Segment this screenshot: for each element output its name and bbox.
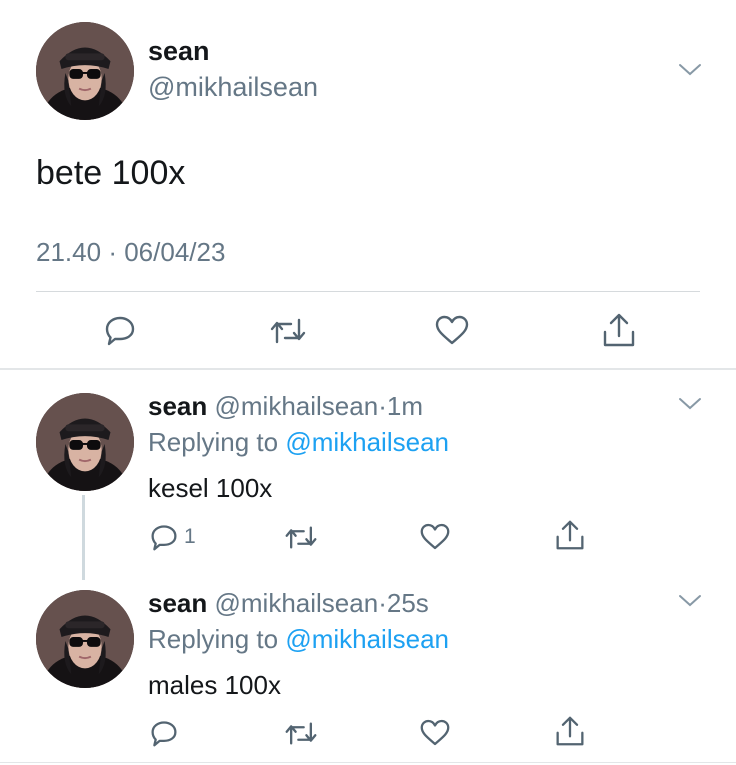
avatar[interactable] bbox=[36, 590, 134, 688]
avatar[interactable] bbox=[36, 22, 134, 120]
mention-link[interactable]: @mikhailsean bbox=[285, 427, 449, 457]
tweet-text: kesel 100x bbox=[148, 473, 273, 503]
time-ago: 1m bbox=[386, 391, 423, 421]
share-icon bbox=[603, 313, 635, 347]
like-button[interactable] bbox=[420, 719, 450, 746]
reply-header[interactable]: sean @mikhailsean·25s bbox=[148, 588, 429, 619]
reply-button[interactable]: 1 bbox=[150, 523, 196, 551]
replying-to: Replying to @mikhailsean bbox=[148, 427, 449, 458]
retweet-icon bbox=[285, 526, 317, 549]
like-button[interactable] bbox=[420, 523, 450, 550]
chevron-down-icon[interactable] bbox=[677, 593, 703, 611]
author-handle[interactable]: @mikhailsean bbox=[215, 391, 379, 421]
replying-prefix: Replying to bbox=[148, 427, 279, 457]
reply-button[interactable] bbox=[104, 314, 136, 346]
reply-icon bbox=[105, 316, 135, 346]
replying-to: Replying to @mikhailsean bbox=[148, 624, 449, 655]
share-icon bbox=[556, 716, 584, 746]
share-icon bbox=[556, 520, 584, 550]
retweet-icon bbox=[285, 722, 317, 745]
reply-count: 1 bbox=[184, 525, 196, 548]
chevron-down-icon[interactable] bbox=[677, 62, 703, 80]
like-icon bbox=[420, 523, 450, 550]
retweet-button[interactable] bbox=[284, 524, 318, 551]
retweet-button[interactable] bbox=[284, 720, 318, 747]
tweet-text: males 100x bbox=[148, 670, 281, 700]
author-name[interactable]: sean bbox=[148, 36, 210, 67]
like-icon bbox=[435, 315, 469, 345]
author-handle[interactable]: @mikhailsean bbox=[215, 588, 379, 618]
tweet-time: 21.40 bbox=[36, 237, 102, 267]
share-button[interactable] bbox=[555, 519, 585, 551]
avatar[interactable] bbox=[36, 393, 134, 491]
reply-button[interactable] bbox=[150, 719, 178, 747]
like-icon bbox=[420, 719, 450, 746]
author-name[interactable]: sean bbox=[148, 391, 207, 421]
divider bbox=[36, 291, 700, 292]
chevron-down-icon[interactable] bbox=[677, 396, 703, 414]
meta-separator: · bbox=[108, 237, 117, 267]
tweet-date: 06/04/23 bbox=[124, 237, 226, 267]
author-handle[interactable]: @mikhailsean bbox=[148, 72, 318, 103]
tweet-timestamp[interactable]: 21.40 · 06/04/23 bbox=[36, 237, 225, 268]
retweet-icon bbox=[270, 318, 306, 344]
reply-icon bbox=[151, 525, 177, 551]
replying-prefix: Replying to bbox=[148, 624, 279, 654]
author-name[interactable]: sean bbox=[148, 588, 207, 618]
like-button[interactable] bbox=[435, 315, 469, 345]
bottom-divider bbox=[0, 762, 736, 763]
reply-icon bbox=[151, 721, 177, 747]
retweet-button[interactable] bbox=[269, 316, 307, 346]
mention-link[interactable]: @mikhailsean bbox=[285, 624, 449, 654]
reply-header[interactable]: sean @mikhailsean·1m bbox=[148, 391, 423, 422]
time-ago: 25s bbox=[386, 588, 429, 618]
share-button[interactable] bbox=[555, 715, 585, 747]
section-divider bbox=[0, 368, 736, 370]
thread-line bbox=[82, 495, 85, 580]
meta-separator: · bbox=[378, 391, 387, 421]
tweet-text: bete 100x bbox=[36, 154, 186, 192]
meta-separator: · bbox=[378, 588, 387, 618]
share-button[interactable] bbox=[602, 312, 636, 348]
